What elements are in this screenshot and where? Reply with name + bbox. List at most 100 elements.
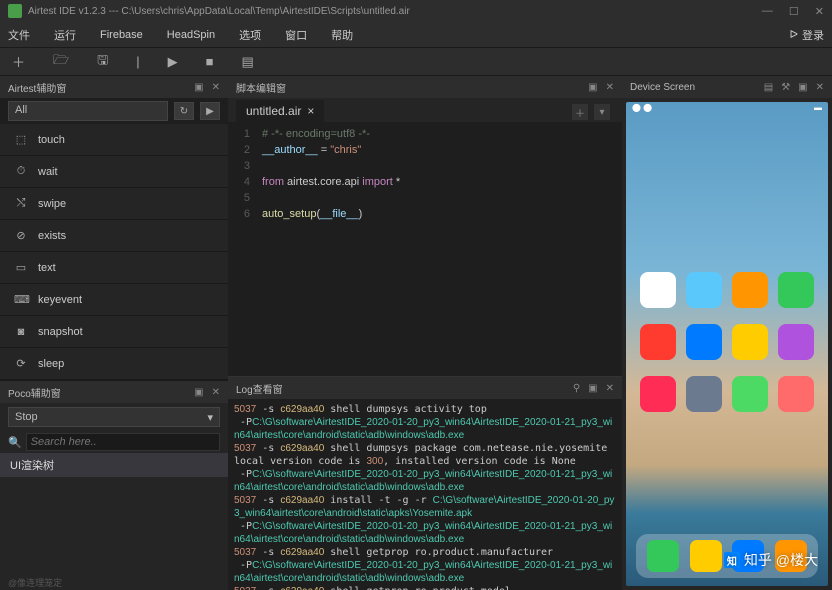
app-icon[interactable] xyxy=(778,272,814,308)
device-panel-title: Device Screen xyxy=(630,82,695,93)
assist-item-keyevent[interactable]: ⌨keyevent xyxy=(0,284,228,316)
log-filter-icon[interactable]: ⚲ xyxy=(573,383,580,394)
app-icon[interactable] xyxy=(732,324,768,360)
assist-item-touch[interactable]: ⬚ touch xyxy=(0,124,228,156)
login-button[interactable]: ᐅ 登录 xyxy=(790,27,824,43)
panel-close-icon[interactable]: ✕ xyxy=(606,82,614,93)
app-icon[interactable] xyxy=(640,272,676,308)
log-output[interactable]: 5037 -s c629aa40 shell dumpsys activity … xyxy=(228,399,622,590)
panel-close-icon[interactable]: ✕ xyxy=(816,82,824,93)
editor-tab[interactable]: untitled.air× xyxy=(236,100,324,122)
save-button[interactable]: 🖫 xyxy=(97,51,108,73)
home-grid xyxy=(626,272,828,412)
run-button[interactable]: ▶ xyxy=(168,54,178,70)
assist-item-wait[interactable]: ⏱ wait xyxy=(0,156,228,188)
app-icon[interactable] xyxy=(732,376,768,412)
dock-app-icon[interactable] xyxy=(690,540,722,572)
assist-item-label: keyevent xyxy=(38,294,82,306)
tab-add-button[interactable]: ＋ xyxy=(572,104,588,120)
wait-icon: ⏱ xyxy=(14,165,28,178)
poco-search-input[interactable] xyxy=(26,433,220,451)
assist-item-label: touch xyxy=(38,134,65,146)
app-icon[interactable] xyxy=(686,272,722,308)
device-tools-icon[interactable]: ⚒ xyxy=(781,82,790,93)
airtest-panel-title: Airtest辅助窗 xyxy=(8,80,66,95)
divider: | xyxy=(136,54,139,69)
poco-panel-title: Poco辅助窗 xyxy=(8,385,61,400)
footer-status: @像连理笼定 xyxy=(0,574,70,590)
minimize-button[interactable]: — xyxy=(762,5,773,18)
airtest-panel-header: Airtest辅助窗 ▣ ✕ xyxy=(0,76,228,98)
menu-file[interactable]: 文件 xyxy=(8,27,30,43)
dock-app-icon[interactable] xyxy=(647,540,679,572)
menu-headspin[interactable]: HeadSpin xyxy=(167,29,215,41)
assist-item-exists[interactable]: ⊘exists xyxy=(0,220,228,252)
app-icon[interactable] xyxy=(778,324,814,360)
panel-close-icon[interactable]: ✕ xyxy=(212,82,220,93)
playback-button[interactable]: ▶ xyxy=(200,102,220,120)
left-column: Airtest辅助窗 ▣ ✕ All ↻ ▶ ⬚ touch ⏱ wait ⤭ swipe ⊘… xyxy=(0,76,228,590)
assist-item-snapshot[interactable]: ◙ snapshot xyxy=(0,316,228,348)
maximize-button[interactable]: ☐ xyxy=(789,5,799,18)
device-screen[interactable]: ⬤ ⬤▬ xyxy=(626,102,828,586)
poco-tree-root[interactable]: UI渲染树 xyxy=(0,453,228,477)
open-button[interactable]: 🗁 xyxy=(53,51,69,73)
assist-item-text[interactable]: ▭text xyxy=(0,252,228,284)
snapshot-icon: ◙ xyxy=(14,326,28,338)
record-button[interactable]: ↻ xyxy=(174,102,194,120)
window-title: Airtest IDE v1.2.3 --- C:\Users\chris\Ap… xyxy=(28,6,410,17)
device-status-bar: ⬤ ⬤▬ xyxy=(626,102,828,116)
text-icon: ▭ xyxy=(14,261,28,274)
panel-float-icon[interactable]: ▣ xyxy=(194,82,203,93)
right-column: Device Screen ▤ ⚒ ▣ ✕ ⬤ ⬤▬ xyxy=(622,76,832,590)
assist-item-sleep[interactable]: ⟳sleep xyxy=(0,348,228,380)
airtest-filter-select[interactable]: All xyxy=(8,101,168,121)
tab-close-icon[interactable]: × xyxy=(307,104,314,118)
menu-window[interactable]: 窗口 xyxy=(285,27,307,43)
stop-button[interactable]: ■ xyxy=(206,54,214,69)
center-column: 脚本编辑窗 ▣ ✕ untitled.air× ＋ ▾ 123456 # -*- e… xyxy=(228,76,622,590)
editor-panel-header: 脚本编辑窗 ▣ ✕ xyxy=(228,76,622,98)
swipe-icon: ⤭ xyxy=(14,197,28,210)
assist-item-label: wait xyxy=(38,166,58,178)
app-icon[interactable] xyxy=(640,376,676,412)
device-panel-header: Device Screen ▤ ⚒ ▣ ✕ xyxy=(622,76,832,98)
panel-float-icon[interactable]: ▣ xyxy=(588,383,597,394)
app-icon[interactable] xyxy=(686,324,722,360)
sleep-icon: ⟳ xyxy=(14,357,28,370)
menu-firebase[interactable]: Firebase xyxy=(100,29,143,41)
assist-item-label: snapshot xyxy=(38,326,83,338)
window-controls: — ☐ ✕ xyxy=(762,5,824,18)
poco-panel-header: Poco辅助窗 ▣ ✕ xyxy=(0,381,228,403)
app-icon[interactable] xyxy=(686,376,722,412)
search-icon: 🔍 xyxy=(8,436,22,449)
menu-help[interactable]: 帮助 xyxy=(331,27,353,43)
panel-close-icon[interactable]: ✕ xyxy=(606,383,614,394)
app-icon[interactable] xyxy=(732,272,768,308)
close-button[interactable]: ✕ xyxy=(815,5,824,18)
editor-tabs: untitled.air× ＋ ▾ xyxy=(228,98,622,122)
tab-list-button[interactable]: ▾ xyxy=(594,104,610,120)
panel-float-icon[interactable]: ▣ xyxy=(588,82,597,93)
menu-run[interactable]: 运行 xyxy=(54,27,76,43)
poco-panel: Poco辅助窗 ▣ ✕ Stop▾ 🔍 UI渲染树 xyxy=(0,380,228,590)
panel-close-icon[interactable]: ✕ xyxy=(212,387,220,398)
panel-float-icon[interactable]: ▣ xyxy=(194,387,203,398)
exists-icon: ⊘ xyxy=(14,229,28,242)
panel-float-icon[interactable]: ▣ xyxy=(798,82,807,93)
app-icon[interactable] xyxy=(640,324,676,360)
device-list-icon[interactable]: ▤ xyxy=(764,82,773,93)
touch-icon: ⬚ xyxy=(14,133,28,146)
poco-mode-select[interactable]: Stop▾ xyxy=(8,407,220,427)
assist-item-label: swipe xyxy=(38,198,66,210)
new-button[interactable]: ＋ xyxy=(12,52,25,71)
menu-options[interactable]: 选项 xyxy=(239,27,261,43)
menubar: 文件 运行 Firebase HeadSpin 选项 窗口 帮助 ᐅ 登录 xyxy=(0,22,832,48)
app-icon[interactable] xyxy=(778,376,814,412)
code-editor[interactable]: 123456 # -*- encoding=utf8 -*-__author__… xyxy=(228,122,622,376)
assist-item-swipe[interactable]: ⤭ swipe xyxy=(0,188,228,220)
zhihu-logo-icon: 知 xyxy=(724,552,740,568)
report-button[interactable]: ▤ xyxy=(241,54,253,70)
toolbar: ＋ 🗁 🖫 | ▶ ■ ▤ xyxy=(0,48,832,76)
editor-panel-title: 脚本编辑窗 xyxy=(236,80,286,95)
